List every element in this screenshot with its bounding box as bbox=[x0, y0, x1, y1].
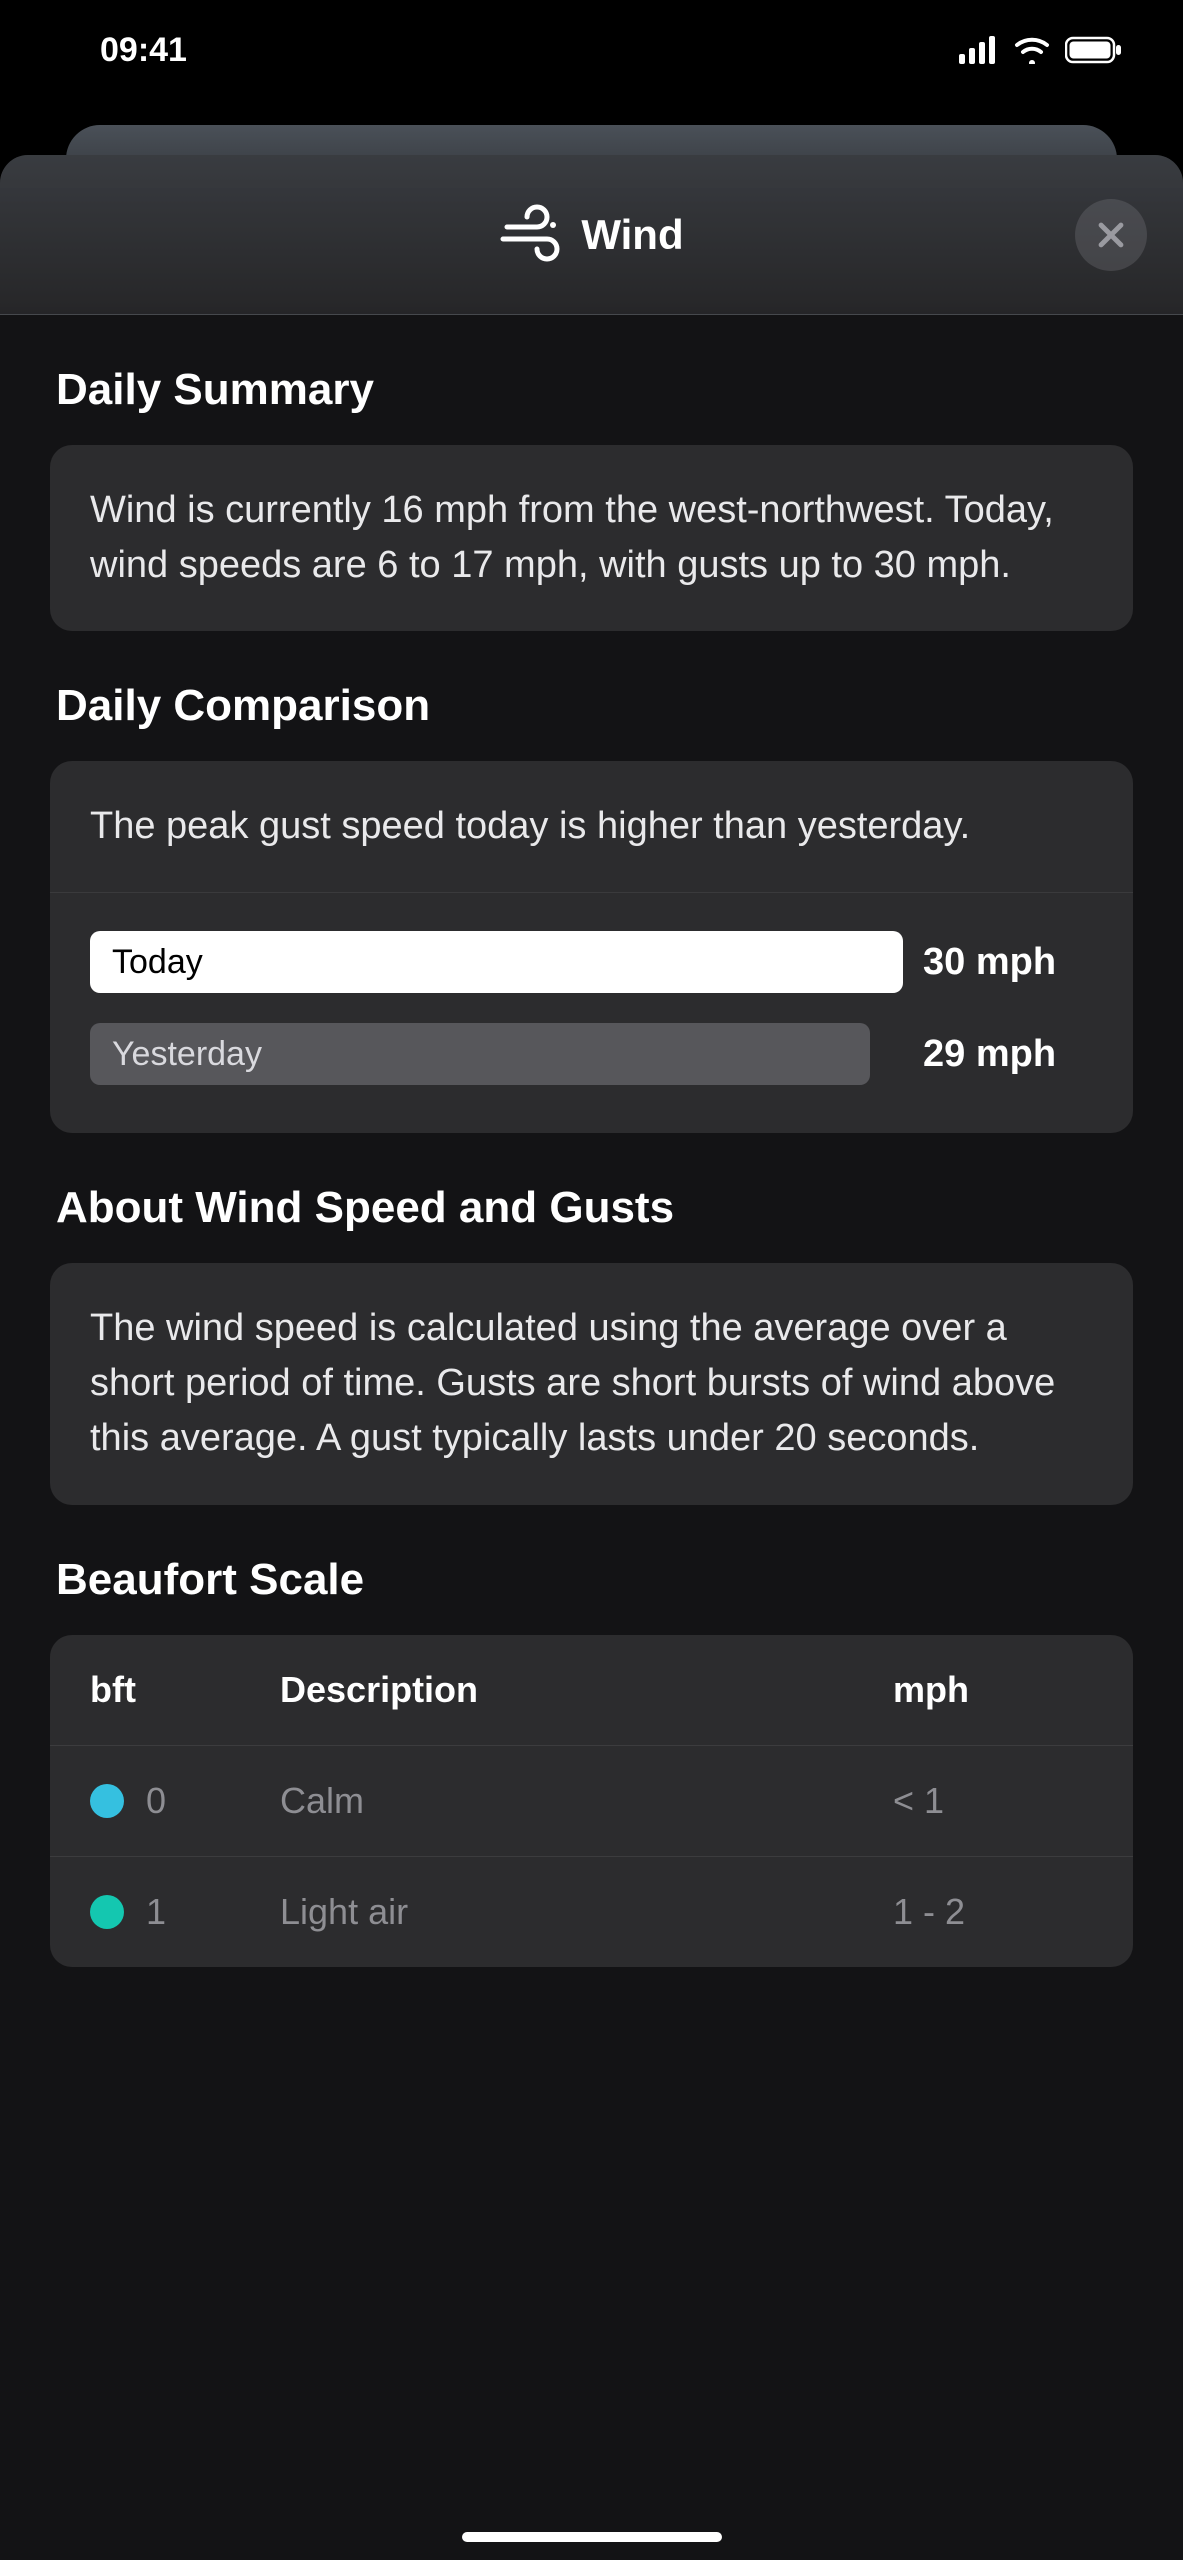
close-button[interactable] bbox=[1075, 199, 1147, 271]
status-time: 09:41 bbox=[100, 31, 187, 70]
scale-row: 1 Light air 1 - 2 bbox=[50, 1857, 1133, 1967]
scale-col-desc: Description bbox=[280, 1669, 893, 1711]
bar-value-today: 30 mph bbox=[923, 941, 1093, 984]
summary-card: Wind is currently 16 mph from the west-n… bbox=[50, 445, 1133, 631]
cellular-icon bbox=[959, 36, 999, 64]
comparison-bars: Today 30 mph Yesterday 29 mph bbox=[50, 893, 1133, 1133]
comparison-row-today: Today 30 mph bbox=[90, 931, 1093, 993]
sheet-title: Wind bbox=[499, 203, 683, 267]
status-bar: 09:41 bbox=[0, 0, 1183, 100]
scale-bft-cell: 0 bbox=[90, 1780, 280, 1822]
status-indicators bbox=[959, 36, 1123, 64]
scale-bft-value: 1 bbox=[146, 1891, 166, 1933]
battery-icon bbox=[1065, 36, 1123, 64]
sheet-title-text: Wind bbox=[581, 211, 683, 259]
comparison-card: The peak gust speed today is higher than… bbox=[50, 761, 1133, 1133]
summary-text: Wind is currently 16 mph from the west-n… bbox=[90, 489, 1054, 586]
scale-mph-cell: 1 - 2 bbox=[893, 1891, 1093, 1933]
scale-bft-cell: 1 bbox=[90, 1891, 280, 1933]
scale-col-mph: mph bbox=[893, 1669, 1093, 1711]
bar-track-yesterday: Yesterday bbox=[90, 1023, 903, 1085]
scale-bft-value: 0 bbox=[146, 1780, 166, 1822]
scale-row: 0 Calm < 1 bbox=[50, 1746, 1133, 1857]
about-card: The wind speed is calculated using the a… bbox=[50, 1263, 1133, 1504]
bar-track-today: Today bbox=[90, 931, 903, 993]
scale-header-row: bft Description mph bbox=[50, 1635, 1133, 1746]
wifi-icon bbox=[1013, 36, 1051, 64]
scale-col-bft: bft bbox=[90, 1669, 280, 1711]
scale-heading: Beaufort Scale bbox=[56, 1555, 1133, 1605]
scale-dot bbox=[90, 1784, 124, 1818]
summary-heading: Daily Summary bbox=[56, 365, 1133, 415]
scale-dot bbox=[90, 1895, 124, 1929]
bar-fill-today: Today bbox=[90, 931, 903, 993]
wind-icon bbox=[499, 203, 563, 267]
scale-desc-cell: Light air bbox=[280, 1891, 893, 1933]
wind-detail-sheet: Wind Daily Summary Wind is currently 16 … bbox=[0, 155, 1183, 2560]
home-indicator[interactable] bbox=[462, 2532, 722, 2542]
comparison-text: The peak gust speed today is higher than… bbox=[50, 761, 1133, 893]
about-heading: About Wind Speed and Gusts bbox=[56, 1183, 1133, 1233]
scale-card: bft Description mph 0 Calm < 1 1 Light a… bbox=[50, 1635, 1133, 1967]
scale-desc-cell: Calm bbox=[280, 1780, 893, 1822]
bar-label-today: Today bbox=[112, 943, 203, 982]
scale-mph-cell: < 1 bbox=[893, 1780, 1093, 1822]
about-text: The wind speed is calculated using the a… bbox=[90, 1307, 1055, 1459]
sheet-body[interactable]: Daily Summary Wind is currently 16 mph f… bbox=[0, 315, 1183, 2560]
bar-value-yesterday: 29 mph bbox=[923, 1033, 1093, 1076]
comparison-row-yesterday: Yesterday 29 mph bbox=[90, 1023, 1093, 1085]
comparison-heading: Daily Comparison bbox=[56, 681, 1133, 731]
sheet-header: Wind bbox=[0, 155, 1183, 315]
bar-fill-yesterday: Yesterday bbox=[90, 1023, 870, 1085]
bar-label-yesterday: Yesterday bbox=[112, 1035, 262, 1074]
close-icon bbox=[1094, 218, 1128, 252]
